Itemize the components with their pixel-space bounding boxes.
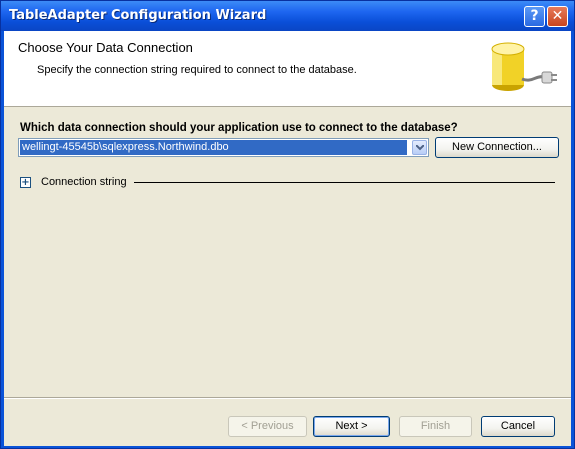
wizard-window: TableAdapter Configuration Wizard ? ✕ Ch… xyxy=(0,0,575,449)
dropdown-button[interactable] xyxy=(412,140,427,155)
new-connection-button[interactable]: New Connection... xyxy=(435,137,559,158)
dialog-body: Choose Your Data Connection Specify the … xyxy=(4,31,571,446)
connection-string-label[interactable]: Connection string xyxy=(41,176,127,188)
next-button[interactable]: Next > xyxy=(313,416,390,437)
footer-separator xyxy=(4,397,571,399)
connection-string-divider xyxy=(134,182,555,183)
close-button[interactable]: ✕ xyxy=(547,6,568,27)
cancel-button[interactable]: Cancel xyxy=(481,416,555,437)
wizard-header: Choose Your Data Connection Specify the … xyxy=(4,31,571,107)
page-title: Choose Your Data Connection xyxy=(18,40,193,55)
connection-question-label: Which data connection should your applic… xyxy=(20,122,458,134)
page-description: Specify the connection string required t… xyxy=(37,64,357,76)
previous-button[interactable]: < Previous xyxy=(228,416,307,437)
database-plug-icon xyxy=(491,42,557,91)
data-connection-dropdown[interactable]: wellingt-45545b\sqlexpress.Northwind.dbo xyxy=(18,138,429,157)
finish-button[interactable]: Finish xyxy=(399,416,472,437)
chevron-down-icon xyxy=(416,145,424,151)
selected-connection[interactable]: wellingt-45545b\sqlexpress.Northwind.dbo xyxy=(19,139,408,156)
help-button[interactable]: ? xyxy=(524,6,545,27)
expand-icon[interactable]: + xyxy=(20,177,31,188)
window-title: TableAdapter Configuration Wizard xyxy=(9,8,267,23)
title-bar[interactable]: TableAdapter Configuration Wizard ? ✕ xyxy=(1,1,574,31)
